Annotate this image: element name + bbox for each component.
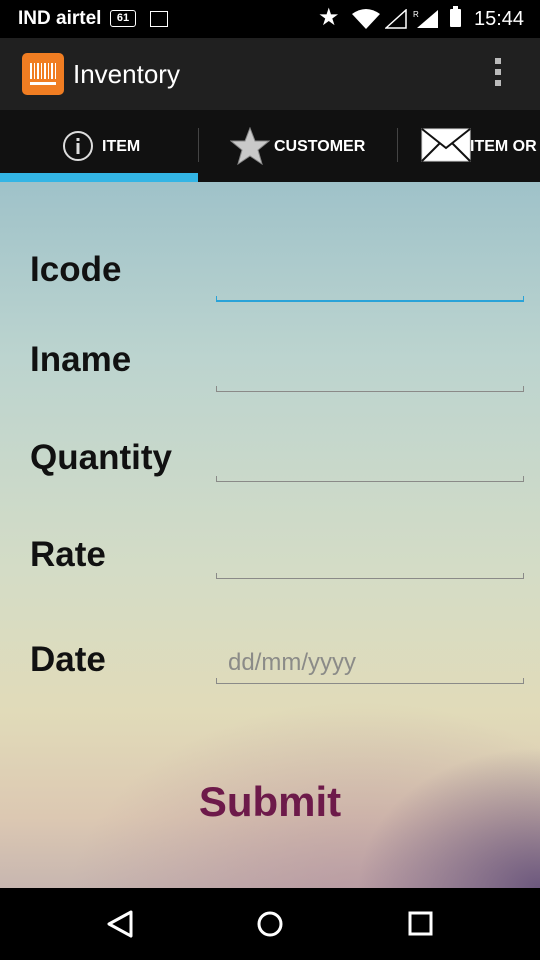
home-icon[interactable] bbox=[252, 908, 288, 940]
barcode-icon bbox=[22, 53, 64, 95]
quantity-label: Quantity bbox=[30, 438, 172, 477]
battery-icon bbox=[450, 6, 461, 27]
svg-text:R: R bbox=[413, 10, 419, 19]
tab-item-label: ITEM bbox=[102, 138, 141, 155]
tab-item[interactable]: ITEM bbox=[0, 110, 198, 182]
mail-icon bbox=[421, 128, 471, 162]
notification-badge-icon: 61 bbox=[110, 10, 136, 27]
tab-selection-indicator bbox=[0, 173, 198, 182]
tab-customer-label: CUSTOMER bbox=[274, 138, 366, 155]
action-bar: Inventory bbox=[0, 38, 540, 110]
carrier-name: IND airtel bbox=[18, 8, 102, 29]
quantity-field[interactable] bbox=[216, 440, 528, 482]
navigation-bar bbox=[0, 888, 540, 960]
rate-field[interactable] bbox=[216, 538, 528, 580]
app-title: Inventory bbox=[73, 59, 180, 89]
clock: 15:44 bbox=[474, 8, 525, 30]
date-field[interactable] bbox=[216, 642, 526, 684]
rate-label: Rate bbox=[30, 535, 106, 574]
quantity-field-underline bbox=[216, 476, 524, 482]
item-form: Icode Iname Quantity Rate Date Submit bbox=[0, 182, 540, 888]
icode-field-underline bbox=[216, 296, 524, 302]
date-label: Date bbox=[30, 640, 106, 679]
star-icon bbox=[230, 127, 270, 165]
tab-customer[interactable]: CUSTOMER bbox=[199, 110, 397, 182]
tab-bar: ITEM CUSTOMER ITEM OR bbox=[0, 110, 540, 182]
iname-label: Iname bbox=[30, 340, 132, 379]
icode-field[interactable] bbox=[216, 260, 528, 302]
icode-label: Icode bbox=[30, 250, 122, 289]
image-icon bbox=[150, 11, 168, 27]
status-bar: IND airtel 61 ★ R 15:44 bbox=[0, 0, 540, 38]
star-icon: ★ bbox=[318, 4, 340, 31]
recents-icon[interactable] bbox=[402, 908, 438, 940]
info-icon bbox=[63, 131, 93, 161]
rate-field-underline bbox=[216, 573, 524, 579]
submit-button[interactable]: Submit bbox=[170, 772, 370, 832]
tab-item-order[interactable]: ITEM OR bbox=[398, 110, 540, 182]
iname-field[interactable] bbox=[216, 350, 528, 392]
back-icon[interactable] bbox=[102, 908, 138, 940]
signal-icon bbox=[385, 9, 407, 29]
tab-item-order-label: ITEM OR bbox=[470, 138, 537, 155]
roaming-signal-icon: R bbox=[413, 10, 438, 28]
date-field-underline bbox=[216, 678, 524, 684]
overflow-menu-icon[interactable] bbox=[492, 58, 504, 92]
iname-field-underline bbox=[216, 386, 524, 392]
wifi-icon bbox=[352, 9, 380, 29]
